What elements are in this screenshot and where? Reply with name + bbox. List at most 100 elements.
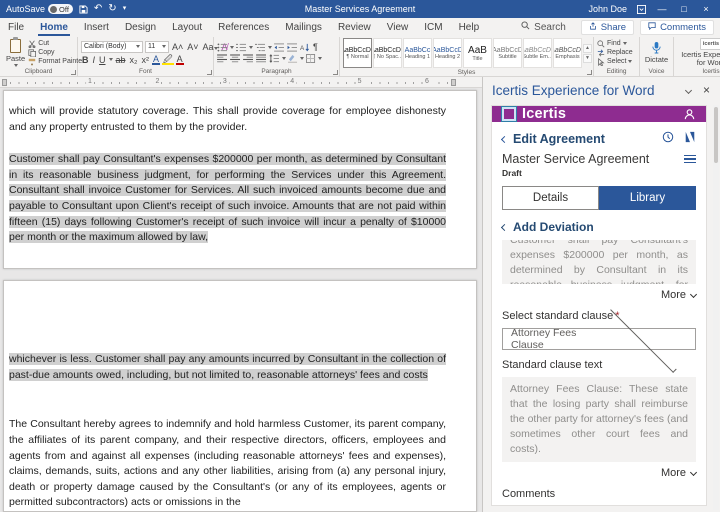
menu-tab-view[interactable]: View	[379, 18, 417, 36]
agreement-menu-icon[interactable]	[684, 155, 696, 164]
align-center-icon[interactable]	[230, 54, 241, 63]
borders-icon[interactable]	[306, 54, 316, 63]
paragraph[interactable]: The Consultant hereby agrees to indemnif…	[9, 417, 446, 511]
format-painter-button[interactable]: Format Painter	[28, 58, 84, 66]
standard-clause-dropdown[interactable]: Attorney Fees Clause	[502, 328, 696, 350]
grow-font-button[interactable]: A˄	[171, 42, 184, 52]
task-pane-menu-caret-icon[interactable]	[685, 86, 692, 93]
find-button[interactable]: Find	[597, 40, 633, 48]
shrink-font-button[interactable]: A˅	[186, 42, 199, 52]
superscript-button[interactable]: x²	[141, 55, 151, 65]
style-card[interactable]: AaBbCcDdSubtle Em...	[523, 38, 552, 68]
pane-scrollbar-thumb[interactable]	[714, 107, 718, 163]
highlighted-paragraph[interactable]: whichever is less. Customer shall pay an…	[9, 352, 446, 383]
ribbon-search[interactable]: Search	[521, 21, 566, 33]
indent-marker-left[interactable]	[2, 79, 7, 86]
font-color-button[interactable]: A	[176, 55, 184, 65]
style-card[interactable]: AaBbCcDHeading 2	[433, 38, 462, 68]
minimize-icon[interactable]: —	[656, 4, 668, 14]
font-size-combobox[interactable]: 11	[145, 41, 169, 53]
highlighted-paragraph[interactable]: Customer shall pay Consultant's expenses…	[9, 152, 446, 246]
styles-dialog-launcher-icon[interactable]	[587, 70, 592, 75]
tab-library[interactable]: Library	[599, 186, 696, 210]
paragraph-dialog-launcher-icon[interactable]	[333, 70, 338, 75]
menu-tab-icm[interactable]: ICM	[416, 18, 450, 36]
task-pane-close-icon[interactable]: ×	[703, 83, 710, 97]
pane-scrollbar[interactable]	[713, 105, 719, 510]
page-2[interactable]: whichever is less. Customer shall pay an…	[3, 280, 477, 512]
decrease-indent-icon[interactable]	[274, 43, 285, 52]
menu-tab-file[interactable]: File	[0, 18, 32, 36]
bullet-caret-icon[interactable]	[230, 46, 234, 49]
quick-access-caret-icon[interactable]: ▾	[123, 4, 127, 14]
clause-preview-more-link[interactable]: More	[502, 289, 696, 301]
menu-tab-help[interactable]: Help	[451, 18, 488, 36]
standard-clause-more-link[interactable]: More	[502, 467, 696, 479]
shading-icon[interactable]	[288, 54, 298, 63]
tab-details[interactable]: Details	[502, 186, 599, 210]
dictate-button[interactable]: Dictate	[642, 41, 671, 64]
replace-button[interactable]: Replace	[597, 49, 633, 57]
paste-button[interactable]: Paste	[3, 39, 28, 67]
copy-button[interactable]: Copy	[28, 49, 84, 57]
bullet-list-icon[interactable]	[217, 43, 228, 52]
back-chevron-icon[interactable]	[501, 136, 508, 143]
menu-tab-layout[interactable]: Layout	[164, 18, 210, 36]
line-spacing-caret-icon[interactable]	[282, 57, 286, 60]
redo-icon[interactable]: ↻	[108, 4, 116, 14]
icertis-addin-button[interactable]: icertis Icertis Experience for Word	[677, 38, 720, 67]
style-card[interactable]: AaBbCcDSubtitle	[493, 38, 522, 68]
line-spacing-icon[interactable]	[269, 54, 280, 63]
autosave-toggle[interactable]: AutoSave Off	[6, 4, 73, 14]
annotations-icon[interactable]	[684, 130, 696, 148]
ruler[interactable]: 123456	[0, 77, 482, 88]
bold-button[interactable]: B	[81, 55, 90, 65]
font-dialog-launcher-icon[interactable]	[207, 70, 212, 75]
underline-caret-icon[interactable]	[109, 58, 113, 61]
menu-tab-insert[interactable]: Insert	[76, 18, 117, 36]
subscript-button[interactable]: x₂	[129, 55, 139, 65]
menu-tab-references[interactable]: References	[210, 18, 277, 36]
menu-tab-mailings[interactable]: Mailings	[277, 18, 330, 36]
menu-tab-review[interactable]: Review	[330, 18, 379, 36]
style-card[interactable]: AaBTitle	[463, 38, 492, 68]
style-card[interactable]: AaBbCcDd¶ No Spac...	[373, 38, 402, 68]
text-effects-button[interactable]: A	[152, 55, 160, 65]
show-formatting-marks-icon[interactable]: ¶	[312, 42, 319, 52]
undo-icon[interactable]: ↶	[94, 4, 102, 14]
gallery-more-icon[interactable]: ▼	[583, 54, 592, 63]
indent-marker-right[interactable]	[451, 79, 456, 86]
style-card[interactable]: AaBbCcDd¶ Normal	[343, 38, 372, 68]
menu-tab-home[interactable]: Home	[32, 18, 76, 36]
borders-caret-icon[interactable]	[318, 57, 322, 60]
shading-caret-icon[interactable]	[300, 57, 304, 60]
sort-icon[interactable]: A	[300, 43, 310, 52]
save-icon[interactable]	[79, 5, 88, 14]
style-card[interactable]: AaBbCcDdEmphasis	[553, 38, 582, 68]
strikethrough-button[interactable]: ab	[115, 55, 127, 65]
page-1[interactable]: which will provide statutory coverage. T…	[3, 90, 477, 269]
user-name[interactable]: John Doe	[588, 4, 627, 14]
close-icon[interactable]: ×	[700, 4, 712, 14]
add-deviation-back-chevron-icon[interactable]	[501, 224, 508, 231]
select-button[interactable]: Select	[597, 58, 633, 66]
align-left-icon[interactable]	[217, 54, 228, 63]
multilevel-list-icon[interactable]	[255, 43, 266, 52]
align-right-icon[interactable]	[243, 54, 254, 63]
highlight-color-button[interactable]: 🖉	[162, 55, 174, 65]
italic-button[interactable]: I	[92, 55, 97, 65]
paragraph[interactable]: which will provide statutory coverage. T…	[9, 104, 446, 135]
numbered-list-icon[interactable]	[236, 43, 247, 52]
share-button[interactable]: Share	[581, 20, 634, 35]
gallery-up-icon[interactable]: ▲	[583, 44, 592, 53]
font-name-combobox[interactable]: Calibri (Body)	[81, 41, 143, 53]
comments-textarea[interactable]: Deviation added	[502, 505, 696, 506]
comments-button[interactable]: Comments	[640, 20, 714, 35]
underline-button[interactable]: U	[98, 55, 107, 65]
user-profile-icon[interactable]	[683, 108, 696, 121]
clipboard-dialog-launcher-icon[interactable]	[71, 70, 76, 75]
maximize-icon[interactable]: □	[678, 4, 690, 14]
numbering-caret-icon[interactable]	[249, 46, 253, 49]
menu-tab-design[interactable]: Design	[117, 18, 164, 36]
style-card[interactable]: AaBbCcHeading 1	[403, 38, 432, 68]
